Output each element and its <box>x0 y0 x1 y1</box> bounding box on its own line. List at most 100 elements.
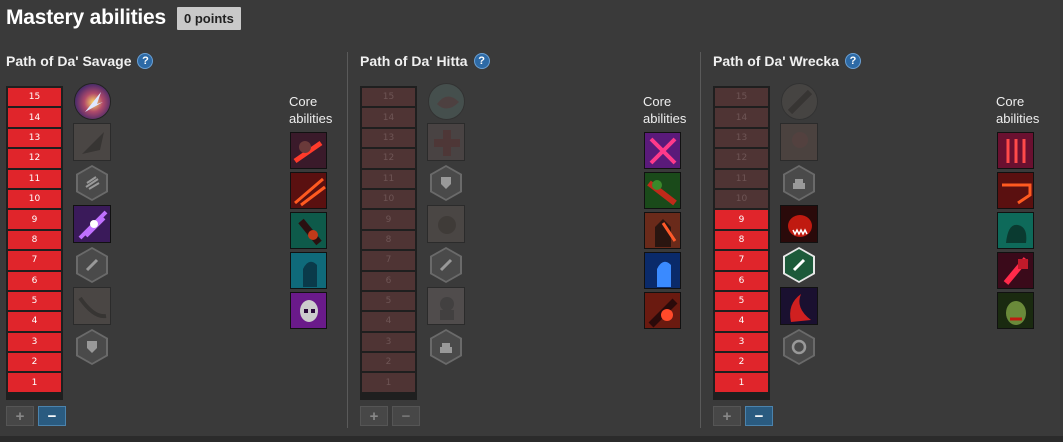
level-15[interactable]: 15 <box>8 88 61 107</box>
ability-10[interactable] <box>780 287 818 325</box>
level-7[interactable]: 7 <box>362 251 415 270</box>
ability-14[interactable] <box>73 123 111 161</box>
ability-12[interactable] <box>780 205 818 243</box>
ability-13[interactable] <box>780 164 818 202</box>
ability-11[interactable] <box>427 246 465 284</box>
core-ability-icon[interactable] <box>644 252 681 289</box>
level-7[interactable]: 7 <box>8 251 61 270</box>
level-5[interactable]: 5 <box>362 291 415 311</box>
level-14[interactable]: 14 <box>715 108 768 127</box>
remove-point-button[interactable]: − <box>745 406 773 426</box>
core-ability-icon[interactable] <box>644 212 681 249</box>
level-4[interactable]: 4 <box>8 312 61 331</box>
help-icon[interactable]: ? <box>845 53 861 69</box>
help-icon[interactable]: ? <box>137 53 154 69</box>
level-8[interactable]: 8 <box>8 230 61 250</box>
core-ability-icon[interactable] <box>997 252 1034 289</box>
level-12[interactable]: 12 <box>362 149 415 168</box>
ability-10[interactable] <box>73 287 111 325</box>
ability-15[interactable] <box>73 82 111 120</box>
core-ability-icon[interactable] <box>997 212 1034 249</box>
level-13[interactable]: 13 <box>715 128 768 148</box>
ability-11[interactable] <box>780 246 818 284</box>
level-12[interactable]: 12 <box>8 149 61 168</box>
level-1[interactable]: 1 <box>715 373 768 392</box>
level-13[interactable]: 13 <box>362 128 415 148</box>
level-8[interactable]: 8 <box>715 230 768 250</box>
level-8[interactable]: 8 <box>362 230 415 250</box>
ability-icon <box>427 82 465 120</box>
tree-name: Path of Da' Savage <box>6 53 132 69</box>
level-11[interactable]: 11 <box>715 169 768 188</box>
level-track: 15 14 13 12 11 10 9 8 7 6 5 4 3 2 1 <box>6 86 63 400</box>
core-ability-icon[interactable] <box>997 172 1034 209</box>
core-abilities <box>644 132 681 332</box>
add-point-button[interactable]: + <box>6 406 34 426</box>
points-badge: 0 points <box>177 6 241 30</box>
level-1[interactable]: 1 <box>8 373 61 392</box>
ability-10[interactable] <box>427 287 465 325</box>
ability-9[interactable] <box>73 328 111 366</box>
core-ability-icon[interactable] <box>290 212 327 249</box>
ability-9[interactable] <box>427 328 465 366</box>
level-4[interactable]: 4 <box>715 312 768 331</box>
level-3[interactable]: 3 <box>362 332 415 352</box>
core-ability-icon[interactable] <box>997 292 1034 329</box>
core-ability-icon[interactable] <box>644 292 681 329</box>
ability-12[interactable] <box>427 205 465 243</box>
core-ability-icon[interactable] <box>290 132 327 169</box>
level-1[interactable]: 1 <box>362 373 415 392</box>
ability-14[interactable] <box>780 123 818 161</box>
add-point-button[interactable]: + <box>713 406 741 426</box>
level-2[interactable]: 2 <box>8 353 61 372</box>
core-ability-icon[interactable] <box>290 252 327 289</box>
level-15[interactable]: 15 <box>715 88 768 107</box>
level-3[interactable]: 3 <box>8 332 61 352</box>
core-ability-icon[interactable] <box>997 132 1034 169</box>
level-7[interactable]: 7 <box>715 251 768 270</box>
ability-11[interactable] <box>73 246 111 284</box>
remove-point-button[interactable]: − <box>392 406 420 426</box>
core-ability-icon[interactable] <box>644 172 681 209</box>
level-5[interactable]: 5 <box>8 291 61 311</box>
core-ability-icon[interactable] <box>290 292 327 329</box>
level-6[interactable]: 6 <box>715 271 768 290</box>
tree-savage: Path of Da' Savage ? 15 14 13 12 11 10 9 8 7 6 5 4 3… <box>0 50 345 430</box>
core-abilities <box>290 132 327 332</box>
level-6[interactable]: 6 <box>362 271 415 290</box>
ability-15[interactable] <box>427 82 465 120</box>
level-15[interactable]: 15 <box>362 88 415 107</box>
level-12[interactable]: 12 <box>715 149 768 168</box>
level-13[interactable]: 13 <box>8 128 61 148</box>
core-ability-icon[interactable] <box>644 132 681 169</box>
level-11[interactable]: 11 <box>8 169 61 188</box>
page-header: Mastery abilities 0 points <box>6 4 241 32</box>
ability-14[interactable] <box>427 123 465 161</box>
ability-15[interactable] <box>780 82 818 120</box>
level-10[interactable]: 10 <box>715 189 768 209</box>
level-6[interactable]: 6 <box>8 271 61 290</box>
ability-13[interactable] <box>427 164 465 202</box>
level-11[interactable]: 11 <box>362 169 415 188</box>
remove-point-button[interactable]: − <box>38 406 66 426</box>
level-10[interactable]: 10 <box>362 189 415 209</box>
level-4[interactable]: 4 <box>362 312 415 331</box>
level-9[interactable]: 9 <box>715 210 768 229</box>
level-14[interactable]: 14 <box>8 108 61 127</box>
level-2[interactable]: 2 <box>362 353 415 372</box>
ability-12[interactable] <box>73 205 111 243</box>
ability-9[interactable] <box>780 328 818 366</box>
ability-icon <box>427 205 465 243</box>
add-point-button[interactable]: + <box>360 406 388 426</box>
tree-header: Path of Da' Wrecka ? <box>713 53 861 69</box>
level-2[interactable]: 2 <box>715 353 768 372</box>
level-14[interactable]: 14 <box>362 108 415 127</box>
level-5[interactable]: 5 <box>715 291 768 311</box>
ability-13[interactable] <box>73 164 111 202</box>
level-9[interactable]: 9 <box>8 210 61 229</box>
core-ability-icon[interactable] <box>290 172 327 209</box>
level-10[interactable]: 10 <box>8 189 61 209</box>
level-9[interactable]: 9 <box>362 210 415 229</box>
level-3[interactable]: 3 <box>715 332 768 352</box>
help-icon[interactable]: ? <box>473 53 490 69</box>
